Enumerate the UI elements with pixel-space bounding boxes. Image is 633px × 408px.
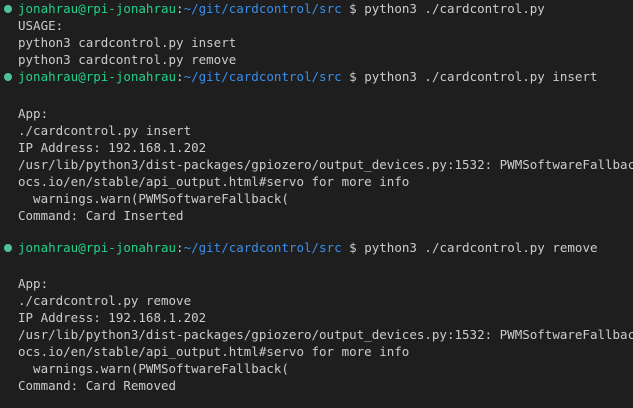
- output-line: /usr/lib/python3/dist-packages/gpiozero/…: [18, 327, 633, 342]
- output-line: ocs.io/en/stable/api_output.html#servo f…: [18, 344, 410, 359]
- prompt-colon: :: [176, 69, 184, 84]
- prompt-path: ~/git/cardcontrol/src: [183, 240, 342, 255]
- user-host: jonahrau@rpi-jonahrau: [18, 69, 177, 84]
- output-line: /usr/lib/python3/dist-packages/gpiozero/…: [18, 157, 633, 172]
- prompt-path: ~/git/cardcontrol/src: [183, 69, 342, 84]
- output-line: warnings.warn(PWMSoftwareFallback(: [18, 361, 289, 376]
- command-text: python3 ./cardcontrol.py remove: [364, 240, 598, 255]
- output-line: App:: [18, 276, 49, 291]
- command-text: python3 ./cardcontrol.py insert: [364, 69, 598, 84]
- user-host: jonahrau@rpi-jonahrau: [18, 1, 177, 16]
- output-line: ocs.io/en/stable/api_output.html#servo f…: [18, 174, 410, 189]
- output-line: Command: Card Removed: [18, 378, 177, 393]
- output-line: python3 cardcontrol.py insert: [18, 35, 237, 50]
- output-line: IP Address: 192.168.1.202: [18, 310, 207, 325]
- terminal-panel[interactable]: jonahrau@rpi-jonahrau:~/git/cardcontrol/…: [0, 0, 633, 408]
- output-line: Command: Card Inserted: [18, 208, 184, 223]
- prompt-path: ~/git/cardcontrol/src: [183, 1, 342, 16]
- command-status-icon[interactable]: [4, 244, 12, 252]
- output-line: USAGE:: [18, 18, 64, 33]
- command-status-icon[interactable]: [4, 73, 12, 81]
- output-line: warnings.warn(PWMSoftwareFallback(: [18, 191, 289, 206]
- output-line: ./cardcontrol.py insert: [18, 123, 192, 138]
- command-text: python3 ./cardcontrol.py: [364, 1, 545, 16]
- prompt-colon: :: [176, 240, 184, 255]
- prompt-line: jonahrau@rpi-jonahrau:~/git/cardcontrol/…: [18, 0, 545, 17]
- prompt-symbol: $: [349, 1, 357, 16]
- prompt-symbol: $: [349, 69, 357, 84]
- prompt-line: jonahrau@rpi-jonahrau:~/git/cardcontrol/…: [18, 239, 598, 256]
- output-line: python3 cardcontrol.py remove: [18, 52, 237, 67]
- prompt-colon: :: [176, 1, 184, 16]
- command-status-icon[interactable]: [4, 5, 12, 13]
- prompt-symbol: $: [349, 240, 357, 255]
- output-line: App:: [18, 106, 49, 121]
- output-line: IP Address: 192.168.1.202: [18, 140, 207, 155]
- output-line: ./cardcontrol.py remove: [18, 293, 192, 308]
- prompt-line: jonahrau@rpi-jonahrau:~/git/cardcontrol/…: [18, 68, 598, 85]
- user-host: jonahrau@rpi-jonahrau: [18, 240, 177, 255]
